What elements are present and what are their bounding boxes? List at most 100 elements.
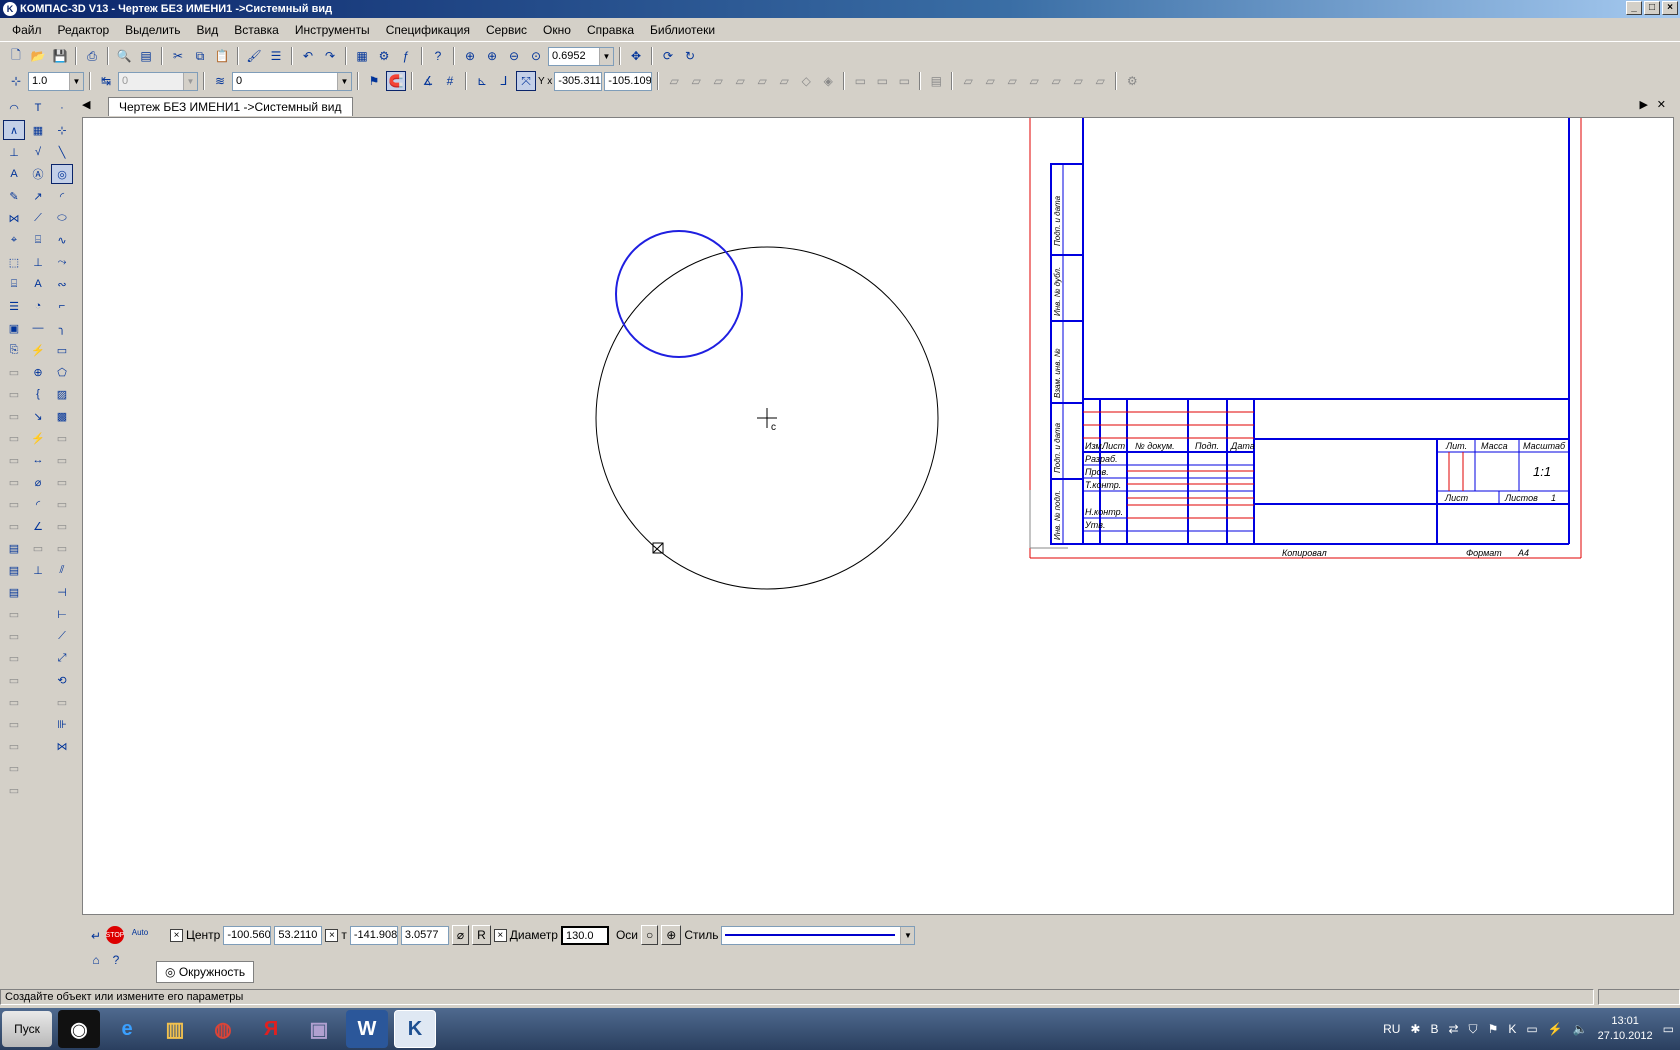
frame-icon[interactable]: ⌸ (27, 230, 49, 250)
manager-icon[interactable]: ▤ (136, 46, 156, 66)
dim-linear-icon[interactable]: ⚡ (27, 428, 49, 448)
help-pointer-icon[interactable]: ? (428, 46, 448, 66)
tray-bug-icon[interactable]: ✱ (1410, 1022, 1420, 1036)
floppy-app-icon[interactable]: ▣ (298, 1010, 340, 1048)
roughness-icon[interactable]: √ (27, 142, 49, 162)
chevron-down-icon[interactable]: ▼ (183, 72, 197, 90)
ellipse-icon[interactable]: ⬭ (51, 208, 73, 228)
menu-help[interactable]: Справка (579, 23, 642, 37)
tray-vk-icon[interactable]: В (1430, 1022, 1438, 1036)
edit-panel-icon[interactable]: ✎ (3, 186, 25, 206)
cut-icon[interactable]: ✂ (168, 46, 188, 66)
tolerance-icon[interactable]: A (27, 274, 49, 294)
segment-icon[interactable]: ╲ (51, 142, 73, 162)
geometry-panel-icon[interactable]: ◠ (3, 98, 25, 118)
axis-line-icon[interactable]: — (27, 318, 49, 338)
menu-view[interactable]: Вид (189, 23, 227, 37)
ellipse-arc-icon[interactable]: ◔ (27, 296, 49, 316)
tray-network-icon[interactable]: ⇄ (1448, 1022, 1458, 1036)
start-button[interactable]: Пуск (2, 1011, 52, 1047)
menu-specification[interactable]: Спецификация (378, 23, 478, 37)
refresh-icon[interactable]: ↻ (680, 46, 700, 66)
menu-tools[interactable]: Инструменты (287, 23, 378, 37)
insert-panel-icon[interactable]: ⎘ (3, 340, 25, 360)
menu-libraries[interactable]: Библиотеки (642, 23, 723, 37)
dimensions-panel-icon[interactable]: ⊥ (3, 142, 25, 162)
layers-icon[interactable]: ▦ (352, 46, 372, 66)
paste-icon[interactable]: 📋 (212, 46, 232, 66)
axes-off-icon[interactable]: ○ (641, 925, 659, 945)
point-icon[interactable]: · (51, 98, 73, 118)
base-icon[interactable]: Ⓐ (27, 164, 49, 184)
radius-mode-button[interactable]: R (472, 925, 491, 945)
tool-21-icon[interactable]: ▤ (3, 538, 25, 558)
hatch-icon[interactable]: ▨ (51, 384, 73, 404)
chevron-down-icon[interactable]: ▼ (69, 72, 83, 90)
create-object-icon[interactable]: ↵ (86, 926, 106, 946)
scale-tool-icon[interactable]: ⤢ (51, 648, 73, 668)
layer-combo[interactable]: 0 ▼ (232, 71, 352, 91)
t-y-field[interactable]: 3.0577 (400, 925, 449, 945)
coord-y-field[interactable]: -105.109 (604, 71, 653, 91)
step-icon[interactable]: ↹ (96, 71, 116, 91)
redo-icon[interactable]: ↷ (320, 46, 340, 66)
polyline-icon[interactable]: ⤳ (51, 252, 73, 272)
measure-panel-icon[interactable]: ⌖ (3, 230, 25, 250)
dim-height-icon[interactable]: ⊥ (27, 560, 49, 580)
panda-app-icon[interactable]: ◉ (58, 1010, 100, 1048)
round-icon[interactable]: ⤧ (516, 71, 536, 91)
stop-icon[interactable]: STOP (106, 926, 124, 944)
position-icon[interactable]: ⟋ (27, 208, 49, 228)
step-combo[interactable]: 0 ▼ (118, 71, 198, 91)
center-x-field[interactable]: -100.560 (223, 925, 272, 945)
symmetry-icon[interactable]: ⋈ (51, 736, 73, 756)
zoom-window-icon[interactable]: ⊕ (460, 46, 480, 66)
lightning-icon[interactable]: ⚡ (27, 340, 49, 360)
menu-editor[interactable]: Редактор (50, 23, 118, 37)
save-icon[interactable]: 💾 (50, 46, 70, 66)
show-desktop-icon[interactable]: ▭ (1663, 1022, 1674, 1036)
close-document-icon[interactable]: ✕ (1657, 98, 1666, 111)
menu-select[interactable]: Выделить (117, 23, 188, 37)
style-combo[interactable]: ▼ (721, 925, 916, 945)
leader-icon[interactable]: ↗ (27, 186, 49, 206)
close-window-button[interactable]: × (1662, 1, 1678, 15)
trim-icon[interactable]: ⫽ (51, 560, 73, 580)
clock[interactable]: 13:01 27.10.2012 (1598, 1014, 1653, 1044)
zoom-all-icon[interactable]: ⊙ (526, 46, 546, 66)
chrome-browser-icon[interactable]: ◍ (202, 1010, 244, 1048)
tray-volume-icon[interactable]: 🔈 (1573, 1022, 1588, 1036)
t-lock-checkbox[interactable]: × (325, 928, 339, 942)
extend-icon[interactable]: ⊣ (51, 582, 73, 602)
camera-icon[interactable]: ⌂ (86, 950, 106, 970)
zoom-combo[interactable]: 0.6952 ▼ (548, 46, 614, 66)
properties-icon[interactable]: ☰ (266, 46, 286, 66)
center-y-field[interactable]: 53.2110 (274, 925, 323, 945)
spline-icon[interactable]: ∿ (51, 230, 73, 250)
menu-service[interactable]: Сервис (478, 23, 535, 37)
geometry-active-icon[interactable]: ∧ (3, 120, 25, 140)
blue-circle[interactable] (615, 230, 743, 358)
fillet-icon[interactable]: ╮ (51, 318, 73, 338)
help-icon[interactable]: ? (106, 950, 126, 970)
axes-on-icon[interactable]: ⊕ (661, 925, 682, 945)
chevron-down-icon[interactable]: ▼ (900, 926, 915, 944)
new-document-icon[interactable]: 🗋 (6, 46, 26, 66)
chamfer-icon[interactable]: ⌐ (51, 296, 73, 316)
local-cs-icon[interactable]: ⊹ (6, 71, 26, 91)
tray-monitor-icon[interactable]: ▭ (1526, 1022, 1537, 1036)
notation-panel-icon[interactable]: A (3, 164, 25, 184)
ortho-mode-icon[interactable]: ⅃ (494, 71, 514, 91)
assoc-panel-icon[interactable]: ⌸ (3, 274, 25, 294)
maximize-button[interactable]: □ (1644, 1, 1660, 15)
table-icon[interactable]: ▦ (27, 120, 49, 140)
bracket-icon[interactable]: { (27, 384, 49, 404)
dim-radius-icon[interactable]: ◜ (27, 494, 49, 514)
regenerate-icon[interactable]: ⟳ (658, 46, 678, 66)
tray-flag-icon[interactable]: ⚑ (1488, 1022, 1499, 1036)
tab-document[interactable]: Чертеж БЕЗ ИМЕНИ1 ->Системный вид (108, 97, 353, 116)
diameter-lock-checkbox[interactable]: × (493, 928, 507, 942)
tool-22-icon[interactable]: ▤ (3, 560, 25, 580)
diameter-field[interactable]: 130.0 (560, 925, 609, 945)
tray-power-icon[interactable]: ⚡ (1548, 1022, 1563, 1036)
